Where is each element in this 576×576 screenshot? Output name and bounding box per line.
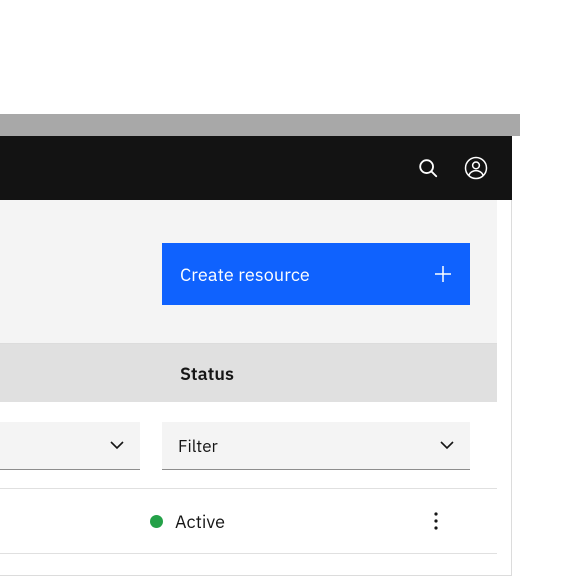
app-root: Create resource Status bbox=[0, 0, 576, 576]
content-panel: Create resource Status bbox=[0, 200, 512, 576]
chevron-down-icon bbox=[110, 441, 124, 450]
search-icon bbox=[417, 157, 439, 179]
create-resource-button[interactable]: Create resource bbox=[162, 243, 470, 305]
overflow-menu-icon bbox=[434, 512, 438, 530]
column-header-status: Status bbox=[180, 362, 234, 385]
search-button[interactable] bbox=[404, 144, 452, 192]
chevron-down-icon bbox=[440, 441, 454, 450]
filter-row: Filter bbox=[0, 402, 497, 488]
action-band: Create resource bbox=[0, 200, 497, 343]
plus-icon bbox=[434, 265, 452, 283]
create-resource-label: Create resource bbox=[180, 263, 310, 286]
row-overflow-menu[interactable] bbox=[420, 505, 452, 537]
table-row: Active bbox=[0, 488, 497, 554]
top-bar bbox=[0, 136, 512, 200]
status-cell: Active bbox=[150, 510, 225, 533]
window-chrome-strip bbox=[0, 114, 520, 136]
user-button[interactable] bbox=[452, 144, 500, 192]
user-avatar-icon bbox=[464, 156, 488, 180]
filter-dropdown-status[interactable]: Filter bbox=[162, 422, 470, 470]
status-indicator-dot bbox=[150, 515, 163, 528]
status-value: Active bbox=[175, 510, 225, 533]
filter-status-label: Filter bbox=[178, 435, 218, 457]
filter-dropdown-left[interactable] bbox=[0, 422, 140, 470]
table-header-row: Status bbox=[0, 344, 497, 402]
